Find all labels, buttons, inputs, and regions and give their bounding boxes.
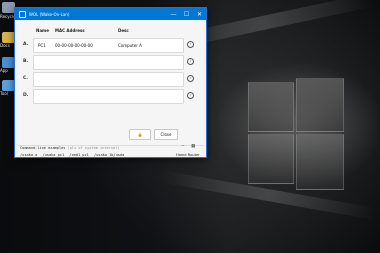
row-letter: D.: [23, 93, 29, 98]
device-row-b: B. i: [20, 54, 204, 70]
lock-icon: 🔒: [137, 132, 143, 137]
minus-icon[interactable]: −: [181, 144, 185, 149]
footer-note: (pls of system internal): [67, 146, 120, 150]
header-desc: Desc: [118, 28, 129, 33]
example-command: /usaka a: [20, 153, 38, 157]
header-name: Name: [36, 28, 49, 33]
maximize-button[interactable]: ☐: [180, 8, 193, 20]
desktop-icon-label: Tool: [0, 91, 8, 96]
row-letter: B.: [23, 59, 29, 64]
row-letter: A.: [23, 42, 29, 47]
wol-window: WOL (Wake-On-Lan) — ☐ ✕ Name MAC Address…: [14, 7, 207, 158]
app-icon: [19, 10, 26, 18]
example-command: /cmd1 pc1: [69, 153, 89, 157]
footer-title-line: Command-line examples (pls of system int…: [20, 146, 120, 150]
table-header: Name MAC Address Desc: [18, 28, 203, 35]
info-icon[interactable]: i: [187, 41, 194, 48]
info-icon[interactable]: i: [187, 75, 194, 82]
device-entry-field[interactable]: [33, 55, 184, 70]
device-entry-field[interactable]: [33, 89, 184, 104]
window-titlebar[interactable]: WOL (Wake-On-Lan) — ☐ ✕: [15, 8, 206, 20]
info-icon[interactable]: i: [187, 58, 194, 65]
close-button[interactable]: Close: [154, 129, 178, 140]
router-label: Home Router: [176, 153, 200, 157]
footer-examples: /usaka a /usaka pc1 /cmd1 pc1 /usaka 1b/…: [20, 153, 124, 157]
device-mac: 00-00-00-00-00-00: [55, 43, 93, 48]
footer-title: Command-line examples: [20, 146, 66, 150]
info-icon[interactable]: i: [187, 92, 194, 99]
close-window-button[interactable]: ✕: [193, 8, 206, 20]
lock-button[interactable]: 🔒: [129, 129, 151, 140]
window-content: Name MAC Address Desc A. PC1 00-00-00-00…: [18, 20, 204, 157]
windows-logo: [208, 78, 344, 192]
example-command: /usaka 1b/usda: [93, 153, 125, 157]
grid-icon[interactable]: ▦: [191, 144, 195, 149]
device-row-d: D. i: [20, 88, 204, 104]
row-letter: C.: [23, 76, 29, 81]
device-row-a: A. PC1 00-00-00-00-00-00 Computer A i: [20, 37, 204, 53]
window-title: WOL (Wake-On-Lan): [29, 11, 70, 17]
desktop-icon-label: Docs: [0, 43, 10, 48]
minimize-button[interactable]: —: [167, 8, 180, 20]
device-entry-field[interactable]: PC1 00-00-00-00-00-00 Computer A: [33, 38, 184, 53]
device-entry-field[interactable]: [33, 72, 184, 87]
desktop-icon-label: App: [0, 68, 8, 73]
device-name: PC1: [38, 43, 46, 48]
device-desc: Computer A: [118, 43, 142, 48]
header-mac: MAC Address: [55, 28, 85, 33]
example-command: /usaka pc1: [42, 153, 65, 157]
device-row-c: C. i: [20, 71, 204, 87]
